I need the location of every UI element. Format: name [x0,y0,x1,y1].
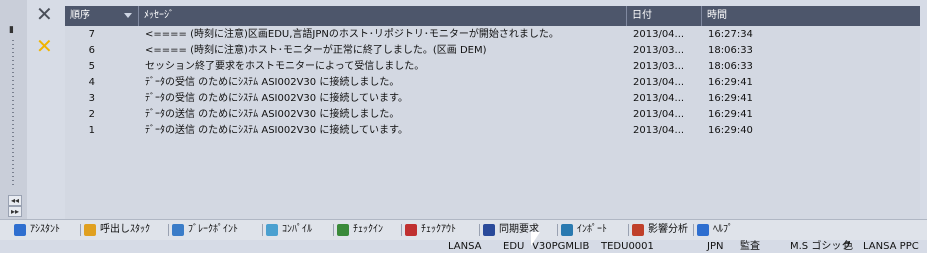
column-header-seq[interactable]: 順序 [65,6,139,26]
breakpoint-icon [172,224,184,236]
impact-analysis-icon [632,224,644,236]
toolbar-button-label: ﾌﾞﾚｰｸﾎﾟｲﾝﾄ [188,224,238,235]
table-row[interactable]: 4 ﾃﾞｰﾀの受信 のためにｼｽﾃﾑ ASI002V30 に接続しました。 2013… [65,75,920,91]
compile-icon [266,224,278,236]
table-row[interactable]: 5 セッション終了要求をホストモニターによって受信しました。 2013/03... 1… [65,59,920,75]
row-seq-cell: 3 [88,93,95,104]
toolbar-separator [401,224,402,236]
table-row[interactable]: 3 ﾃﾞｰﾀの受信 のためにｼｽﾃﾑ ASI002V30 に接続しています。 201… [65,91,920,107]
toolbar-separator [557,224,558,236]
toolbar-separator [479,224,480,236]
help-icon [697,224,709,236]
row-time-cell: 16:29:40 [708,125,753,136]
message-grid: 順序 ﾒｯｾｰｼﾞ 日付 時間 7 <==== (時刻に注意)区画EDU,言語JP… [65,6,920,219]
toolbar-button-label: ｺﾝﾊﾟｲﾙ [282,224,312,235]
row-time-cell: 16:27:34 [708,29,753,40]
status-field: LANSA PPC [863,241,919,252]
row-message-cell: ﾃﾞｰﾀの受信 のためにｼｽﾃﾑ ASI002V30 に接続しました。 [145,77,400,88]
mouse-cursor-icon [531,232,540,246]
column-header-message[interactable]: ﾒｯｾｰｼﾞ [139,6,627,26]
toolbar-separator [693,224,694,236]
status-field: 色 [843,241,853,252]
import-icon [561,224,573,236]
row-time-cell: 18:06:33 [708,61,753,72]
toolbar-separator [628,224,629,236]
row-date-cell: 2013/04... [633,29,685,40]
table-row[interactable]: 2 ﾃﾞｰﾀの送信 のためにｼｽﾃﾑ ASI002V30 に接続しました。 2013… [65,107,920,123]
grid-rows: 7 <==== (時刻に注意)区画EDU,言語JPNのホスト･リポジトリ･モニター… [65,27,920,139]
row-time-cell: 16:29:41 [708,93,753,104]
status-field: EDU [503,241,525,252]
message-actions: ✕ ✕ [27,0,65,219]
toolbar-separator [168,224,169,236]
toolbar-separator [333,224,334,236]
info-icon [14,224,26,236]
toolbar-button-label: ﾁｪｯｸｱｳﾄ [421,224,456,235]
toolbar-button-label: ﾁｪｯｸｲﾝ [353,224,383,235]
toolbar-button-label: ﾍﾙﾌﾟ [713,224,733,235]
row-seq-cell: 1 [88,125,95,136]
row-message-cell: <==== (時刻に注意)ホスト･モニターが正常に終了しました。(区画 DEM) [145,45,487,56]
row-message-cell: セッション終了要求をホストモニターによって受信しました。 [145,61,425,72]
row-date-cell: 2013/03... [633,45,685,56]
status-bar: LANSA EDU V30PGMLIB TEDU0001 JPN 監査 M.S ゴシック色 L… [0,240,927,253]
column-header-time-label: 時間 [707,10,727,21]
pin-icon[interactable]: ▮ [9,26,14,35]
sync-icon [483,224,495,236]
row-time-cell: 16:29:41 [708,109,753,120]
row-seq-cell: 2 [88,109,95,120]
grid-header: 順序 ﾒｯｾｰｼﾞ 日付 時間 [65,6,920,26]
row-date-cell: 2013/04... [633,109,685,120]
left-dock-strip: ▮ ◂◂ ▸▸ [0,0,28,219]
row-seq-cell: 6 [88,45,95,56]
column-header-time[interactable]: 時間 [702,6,920,26]
checkout-icon [405,224,417,236]
status-field: V30PGMLIB [532,241,590,252]
column-header-message-label: ﾒｯｾｰｼﾞ [144,10,174,21]
column-header-date-label: 日付 [632,10,652,21]
toolbar-button-label: ｱｼｽﾀﾝﾄ [30,224,60,235]
row-seq-cell: 7 [88,29,95,40]
table-row[interactable]: 6 <==== (時刻に注意)ホスト･モニターが正常に終了しました。(区画 DEM… [65,43,920,59]
row-date-cell: 2013/04... [633,77,685,88]
column-header-seq-label: 順序 [70,10,90,21]
row-message-cell: ﾃﾞｰﾀの送信 のためにｼｽﾃﾑ ASI002V30 に接続しました。 [145,109,400,120]
call-stack-icon [84,224,96,236]
bottom-toolbar: ｱｼｽﾀﾝﾄ 呼出しｽﾀｯｸ ﾌﾞﾚｰｸﾎﾟｲﾝﾄ ｺﾝﾊﾟｲﾙ ﾁｪｯｸｲﾝ ﾁｪｯｸｱ… [0,219,927,240]
row-date-cell: 2013/04... [633,93,685,104]
row-message-cell: ﾃﾞｰﾀの受信 のためにｼｽﾃﾑ ASI002V30 に接続しています。 [145,93,409,104]
status-field: LANSA [448,241,482,252]
row-seq-cell: 4 [88,77,95,88]
table-row[interactable]: 7 <==== (時刻に注意)区画EDU,言語JPNのホスト･リポジトリ･モニター… [65,27,920,43]
table-row[interactable]: 1 ﾃﾞｰﾀの送信 のためにｼｽﾃﾑ ASI002V30 に接続しています。 201… [65,123,920,139]
scroll-left-button[interactable]: ◂◂ [8,195,22,206]
toolbar-button-label: 影響分析 [648,224,688,235]
toolbar-button-label: ｲﾝﾎﾟｰﾄ [577,224,607,235]
toolbar-separator [80,224,81,236]
dock-grip[interactable] [12,40,14,188]
scroll-right-button[interactable]: ▸▸ [8,206,22,217]
checkin-icon [337,224,349,236]
row-time-cell: 16:29:41 [708,77,753,88]
row-date-cell: 2013/04... [633,125,685,136]
toolbar-separator [262,224,263,236]
row-message-cell: <==== (時刻に注意)区画EDU,言語JPNのホスト･リポジトリ･モニターが… [145,29,559,40]
status-field: TEDU0001 [601,241,654,252]
row-seq-cell: 5 [88,61,95,72]
row-time-cell: 18:06:33 [708,45,753,56]
row-message-cell: ﾃﾞｰﾀの送信 のためにｼｽﾃﾑ ASI002V30 に接続しています。 [145,125,409,136]
status-field: 監査 [740,241,760,252]
clear-all-icon[interactable]: ✕ [36,4,53,24]
clear-errors-icon[interactable]: ✕ [36,36,53,56]
toolbar-button-label: 呼出しｽﾀｯｸ [100,224,150,235]
status-field: JPN [707,241,724,252]
sort-descending-icon [124,13,132,18]
column-header-date[interactable]: 日付 [627,6,702,26]
row-date-cell: 2013/03... [633,61,685,72]
